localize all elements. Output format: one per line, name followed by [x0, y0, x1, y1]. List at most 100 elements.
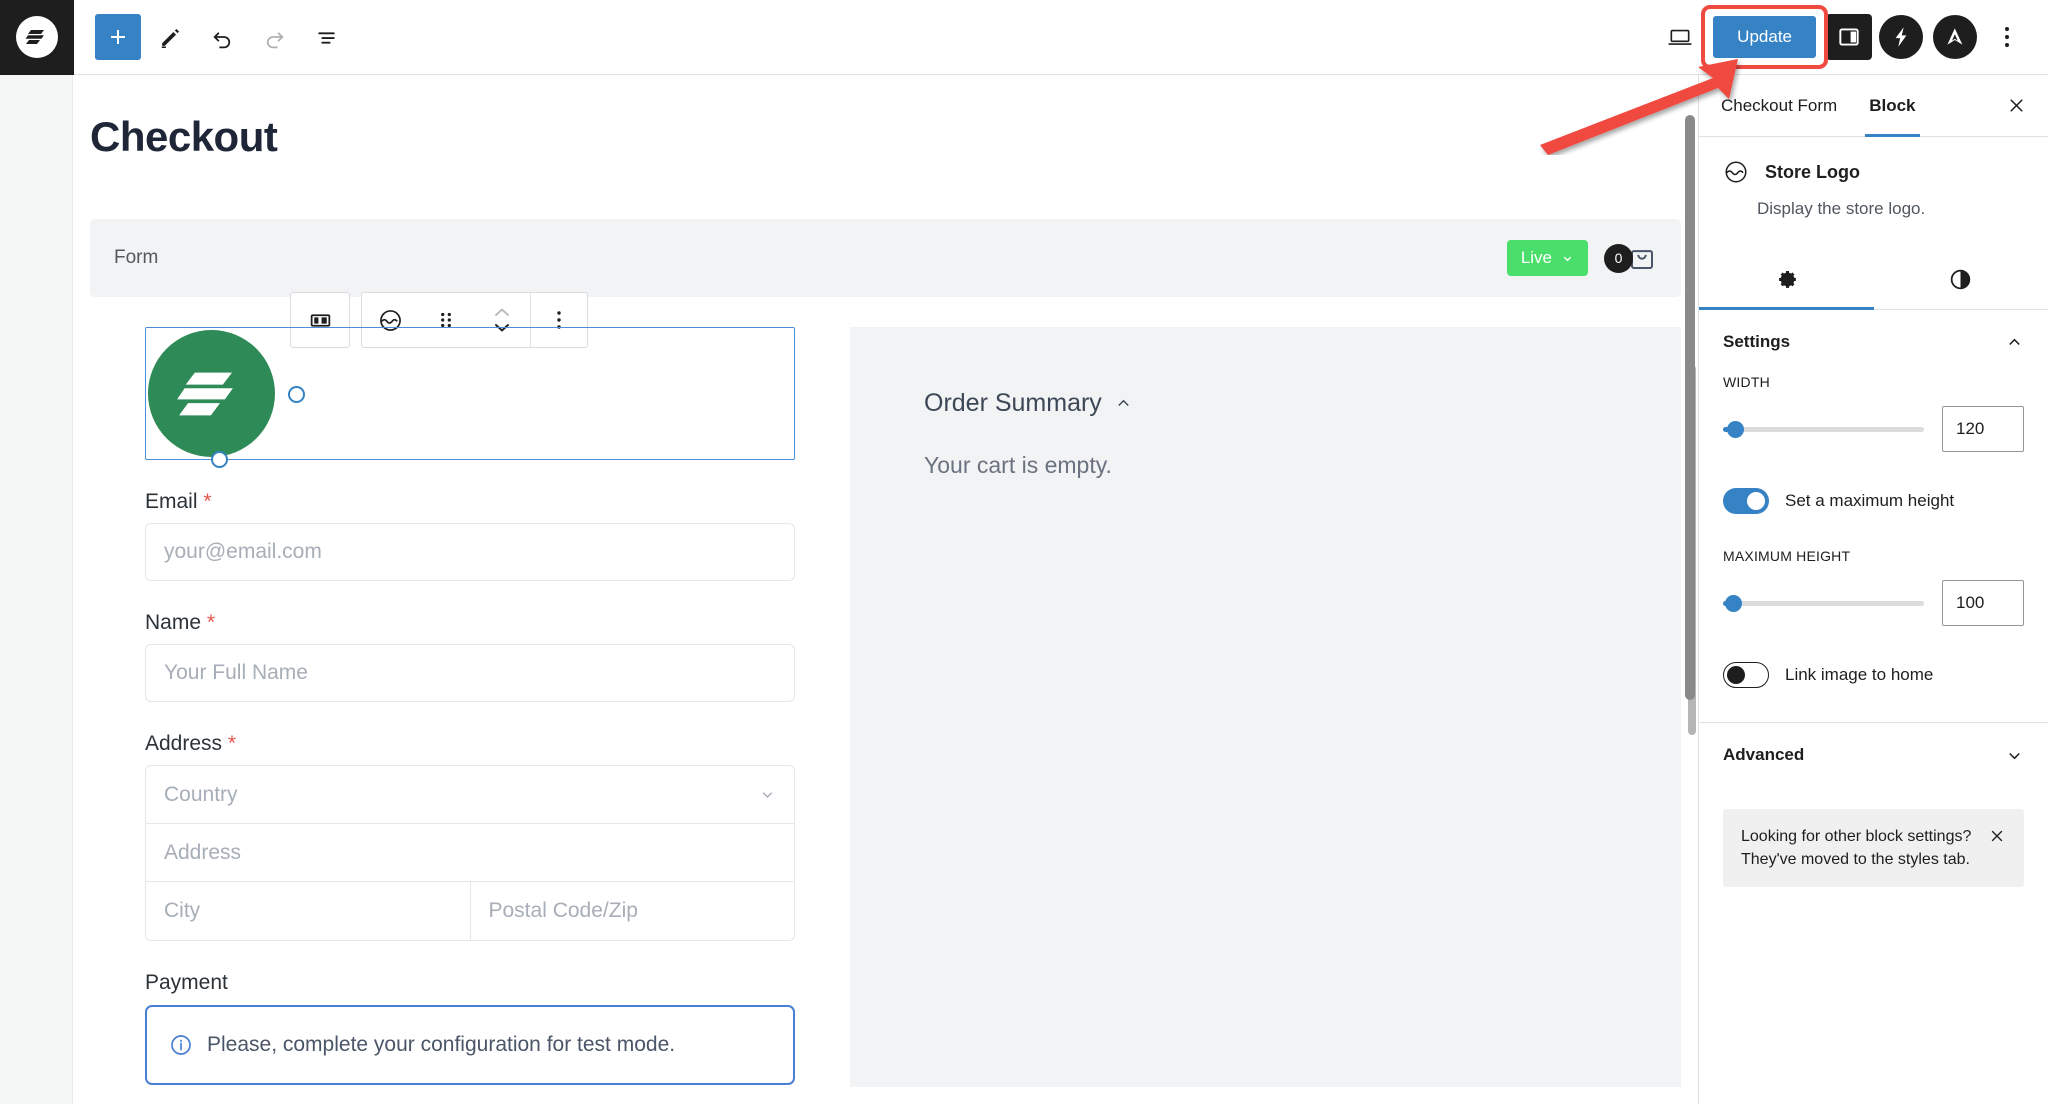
name-field-label: Name *	[145, 611, 795, 635]
link-image-toggle[interactable]	[1723, 662, 1769, 688]
payment-notice-text: Please, complete your configuration for …	[207, 1033, 676, 1056]
block-info-row: Store Logo	[1723, 159, 2024, 185]
add-block-button[interactable]	[95, 14, 141, 60]
max-height-toggle-row: Set a maximum height	[1723, 488, 2024, 514]
required-marker: *	[201, 611, 216, 634]
update-button-wrapper: Update	[1701, 5, 1828, 69]
cart-indicator[interactable]: 0	[1604, 243, 1657, 273]
lightning-bolt-icon[interactable]	[1879, 15, 1923, 59]
chevron-down-icon	[2009, 752, 2020, 759]
max-height-slider[interactable]	[1723, 594, 1924, 612]
postal-code-field[interactable]: Postal Code/Zip	[471, 882, 795, 940]
kebab-menu-icon[interactable]	[1984, 14, 2030, 60]
close-icon	[2009, 99, 2023, 112]
checkout-form-column: Email * your@email.com Name * Your Full …	[90, 292, 850, 1087]
editor-canvas: Checkout Form Live 0 Email * your@email.…	[73, 75, 1698, 1104]
form-bar-actions: Live 0	[1506, 240, 1657, 276]
max-height-label: MAXIMUM HEIGHT	[1723, 548, 1851, 564]
surecart-logo-icon	[16, 16, 58, 58]
chevron-down-icon	[1563, 256, 1572, 261]
max-height-control: 100	[1723, 580, 2024, 626]
advanced-section-title: Advanced	[1723, 745, 1805, 764]
page-title: Checkout	[90, 113, 278, 160]
city-postal-row: City Postal Code/Zip	[146, 882, 794, 940]
undo-button[interactable]	[199, 14, 245, 60]
editor-tools	[74, 14, 349, 60]
settings-section-header[interactable]: Settings	[1699, 310, 2048, 374]
block-description: Display the store logo.	[1757, 199, 1926, 218]
settings-section-title: Settings	[1723, 332, 1791, 351]
country-placeholder: Country	[164, 782, 238, 806]
order-summary-title: Order Summary	[924, 389, 1102, 417]
store-logo-block[interactable]	[145, 327, 795, 468]
styles-contrast-icon	[1951, 269, 1971, 289]
width-slider[interactable]	[1723, 420, 1924, 438]
width-input[interactable]: 120	[1942, 406, 2024, 452]
edit-tool-button[interactable]	[147, 14, 193, 60]
width-label: WIDTH	[1723, 374, 1770, 390]
redo-button	[251, 14, 297, 60]
gear-icon	[1778, 270, 1796, 288]
sidebar-scrollbar[interactable]	[1685, 115, 1695, 700]
tab-block[interactable]: Block	[1853, 75, 1931, 137]
left-rail	[0, 75, 73, 1104]
block-info: Store Logo Display the store logo.	[1699, 137, 2048, 225]
editor-actions: Update	[1657, 5, 2048, 69]
tab-styles[interactable]	[1874, 249, 2048, 309]
link-image-toggle-label: Link image to home	[1785, 665, 1934, 684]
editor-top-bar: Update	[0, 0, 2048, 75]
advanced-section-header[interactable]: Advanced	[1699, 723, 2048, 787]
address-group: Country Address City Postal Code/Zip	[145, 765, 795, 941]
styles-tab-notice: Looking for other block settings? They'v…	[1723, 809, 2024, 888]
address-label-text: Address	[145, 732, 223, 755]
email-label-text: Email	[145, 490, 198, 513]
surecart-logo-button[interactable]	[0, 0, 74, 75]
checkout-columns: Email * your@email.com Name * Your Full …	[73, 292, 1698, 1087]
payment-notice: Please, complete your configuration for …	[145, 1005, 795, 1085]
cart-count-badge: 0	[1604, 243, 1633, 273]
max-height-toggle[interactable]	[1723, 488, 1769, 514]
list-view-button[interactable]	[303, 14, 349, 60]
form-label: Form	[114, 247, 159, 268]
required-marker: *	[197, 490, 212, 513]
sidebar-icon-tabs	[1699, 249, 2048, 310]
live-label: Live	[1520, 248, 1552, 267]
settings-body: WIDTH 120 Set a maximum height MAXIMUM H…	[1699, 374, 2048, 688]
resize-handle-right[interactable]	[288, 386, 305, 403]
notice-close-button[interactable]	[1988, 825, 2006, 850]
width-control: 120	[1723, 406, 2024, 452]
astra-logo-icon[interactable]	[1933, 15, 1977, 59]
chevron-up-icon	[2009, 338, 2020, 345]
order-summary-column: Order Summary Your cart is empty.	[850, 327, 1681, 1087]
name-label-text: Name	[145, 611, 202, 634]
chevron-down-icon	[762, 792, 773, 798]
form-block-header: Form Live 0	[90, 219, 1681, 297]
settings-sidebar-icon[interactable]	[1826, 14, 1872, 60]
store-logo-icon	[1725, 161, 1747, 183]
close-sidebar-button[interactable]	[1990, 75, 2042, 136]
cart-empty-message: Your cart is empty.	[924, 452, 1112, 478]
sidebar-tabs: Checkout Form Block	[1699, 75, 2048, 137]
street-address-field[interactable]: Address	[146, 824, 794, 882]
address-field-label: Address *	[145, 732, 795, 756]
store-logo-image	[148, 330, 275, 457]
tab-checkout-form[interactable]: Checkout Form	[1705, 75, 1853, 136]
update-button[interactable]: Update	[1713, 16, 1816, 58]
max-height-toggle-label: Set a maximum height	[1785, 491, 1955, 510]
order-summary-toggle[interactable]: Order Summary	[924, 389, 1607, 418]
name-field[interactable]: Your Full Name	[145, 644, 795, 702]
block-settings-sidebar: Checkout Form Block Store Logo Display t…	[1685, 75, 2048, 1104]
email-field-label: Email *	[145, 490, 795, 514]
tab-settings-gear[interactable]	[1699, 249, 1874, 310]
block-title: Store Logo	[1765, 161, 1860, 182]
close-icon	[1991, 830, 2003, 842]
notice-text: Looking for other block settings? They'v…	[1741, 828, 1972, 869]
max-height-input[interactable]: 100	[1942, 580, 2024, 626]
desktop-preview-icon[interactable]	[1657, 14, 1703, 60]
chevron-up-icon	[1118, 399, 1129, 406]
country-select[interactable]: Country	[146, 766, 794, 824]
resize-handle-bottom[interactable]	[211, 451, 228, 468]
email-field[interactable]: your@email.com	[145, 523, 795, 581]
city-field[interactable]: City	[146, 882, 471, 940]
live-mode-selector[interactable]: Live	[1506, 240, 1588, 276]
